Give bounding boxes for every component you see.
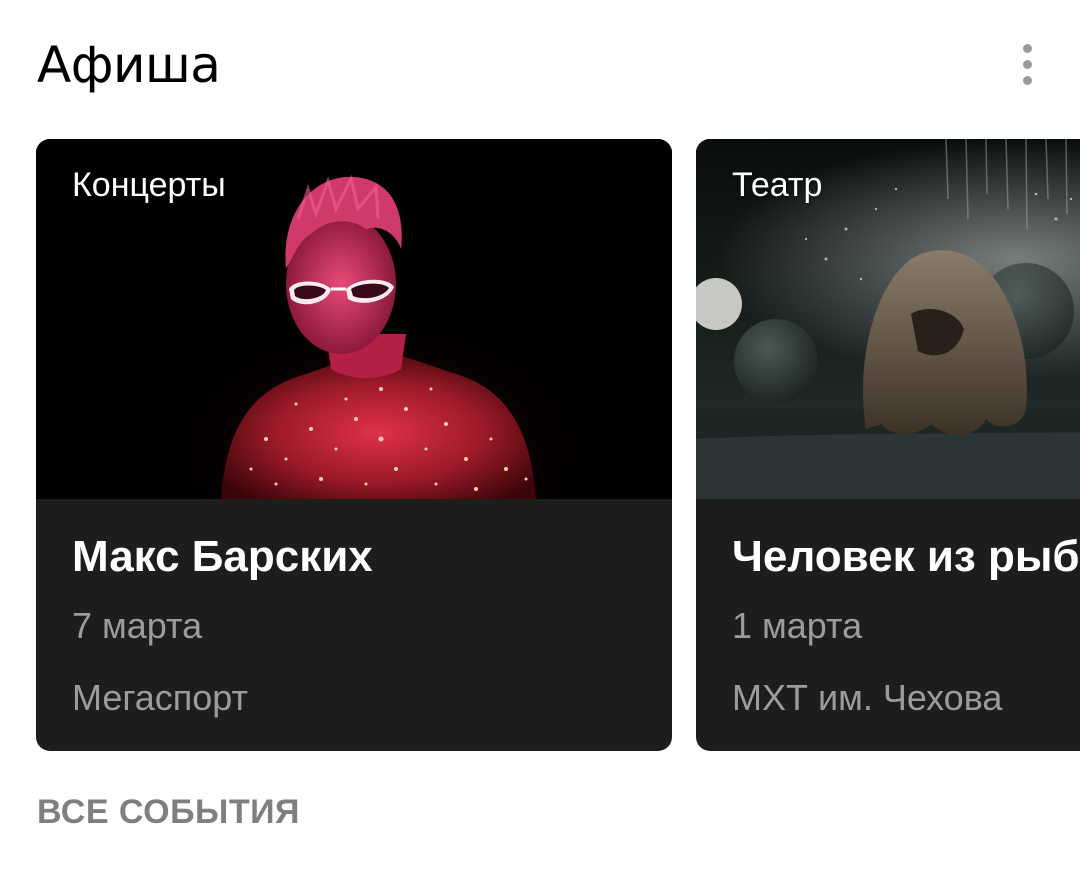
all-events-link[interactable]: ВСЕ СОБЫТИЯ — [37, 795, 300, 829]
event-name: Человек из рыб — [732, 532, 1080, 581]
event-category: Концерты — [72, 166, 226, 204]
more-vertical-icon-dot — [1022, 75, 1032, 85]
event-venue: Мегаспорт — [72, 677, 249, 718]
event-date: 1 марта — [732, 605, 863, 646]
more-vertical-icon-dot — [1022, 59, 1032, 69]
concert-performer-photo: Концерты — [36, 139, 672, 499]
event-card[interactable]: Концерты Макс Барских 7 марта Мегаспорт — [36, 139, 672, 751]
event-name: Макс Барских — [72, 532, 373, 581]
more-vertical-icon — [1022, 43, 1032, 53]
event-venue: МХТ им. Чехова — [732, 677, 1003, 718]
more-options-button[interactable] — [1005, 40, 1049, 88]
afisha-widget: Афиша Концерты Макс Барских 7 марта Мега… — [0, 0, 1080, 876]
events-carousel[interactable]: Концерты Макс Барских 7 марта Мегаспорт — [0, 139, 1080, 751]
event-category: Театр — [732, 166, 823, 204]
widget-title: Афиша — [37, 36, 221, 94]
event-date: 7 марта — [72, 605, 203, 646]
theatre-scene-photo: Театр — [696, 139, 1080, 499]
event-card[interactable]: Театр Человек из рыб 1 марта МХТ им. Чех… — [696, 139, 1080, 751]
